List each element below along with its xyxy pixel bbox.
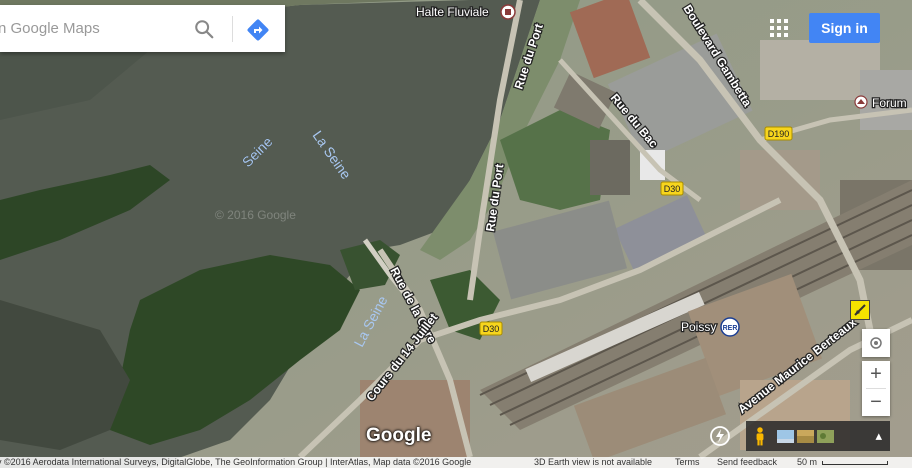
search-input[interactable] [0,19,180,38]
zoom-in-button[interactable]: + [862,361,890,388]
apps-grid-icon[interactable] [770,19,788,37]
search-divider [232,16,233,42]
satellite-thumbnail-icon[interactable] [817,429,834,443]
my-location-icon [870,337,882,349]
sky-thumbnail-icon[interactable] [777,429,794,443]
terrain-thumbnail-icon[interactable] [797,429,814,443]
terms-link[interactable]: Terms [675,457,700,468]
directions-icon[interactable] [246,18,270,42]
imagery-tray: ▴ [746,421,890,451]
attribution-bar: ry ©2016 Aerodata International Surveys,… [0,457,912,468]
aerial-map[interactable]: Seine La Seine La Seine © 2016 Google Ru… [0,0,912,468]
tilt-compass-icon[interactable] [850,300,870,320]
search-icon[interactable] [193,18,215,40]
road-shield-d30-a: D30 [660,181,684,196]
google-logo: Google [366,425,432,446]
search-box [0,5,285,52]
scale-bar[interactable] [822,461,888,465]
imagery-credits: ry ©2016 Aerodata International Surveys,… [0,457,472,467]
svg-text:D190: D190 [768,129,790,139]
poi-forum[interactable]: Forum [854,95,908,111]
zoom-control: + − [862,361,890,416]
scale-label[interactable]: 50 m [797,457,817,468]
svg-text:D30: D30 [483,324,500,334]
svg-text:D30: D30 [664,184,681,194]
zoom-out-button[interactable]: − [862,389,890,416]
earth-view-note: 3D Earth view is not available [534,457,653,467]
poi-poissy-station[interactable]: Poissy RER [680,317,740,337]
map-watermark: © 2016 Google [215,208,296,222]
imagery-date-icon[interactable] [709,425,731,447]
my-location-button[interactable] [862,329,890,357]
svg-text:Halte Fluviale: Halte Fluviale [416,5,489,19]
sign-in-button[interactable]: Sign in [809,13,880,43]
road-shield-d30-b: D30 [479,321,503,336]
svg-text:Poissy: Poissy [681,320,716,334]
svg-text:RER: RER [723,325,738,332]
pegman-icon[interactable] [746,426,774,446]
expand-chevron-icon[interactable]: ▴ [875,428,882,444]
svg-text:Forum: Forum [872,96,907,110]
send-feedback-link[interactable]: Send feedback [717,457,777,468]
road-shield-d190: D190 [764,126,793,141]
